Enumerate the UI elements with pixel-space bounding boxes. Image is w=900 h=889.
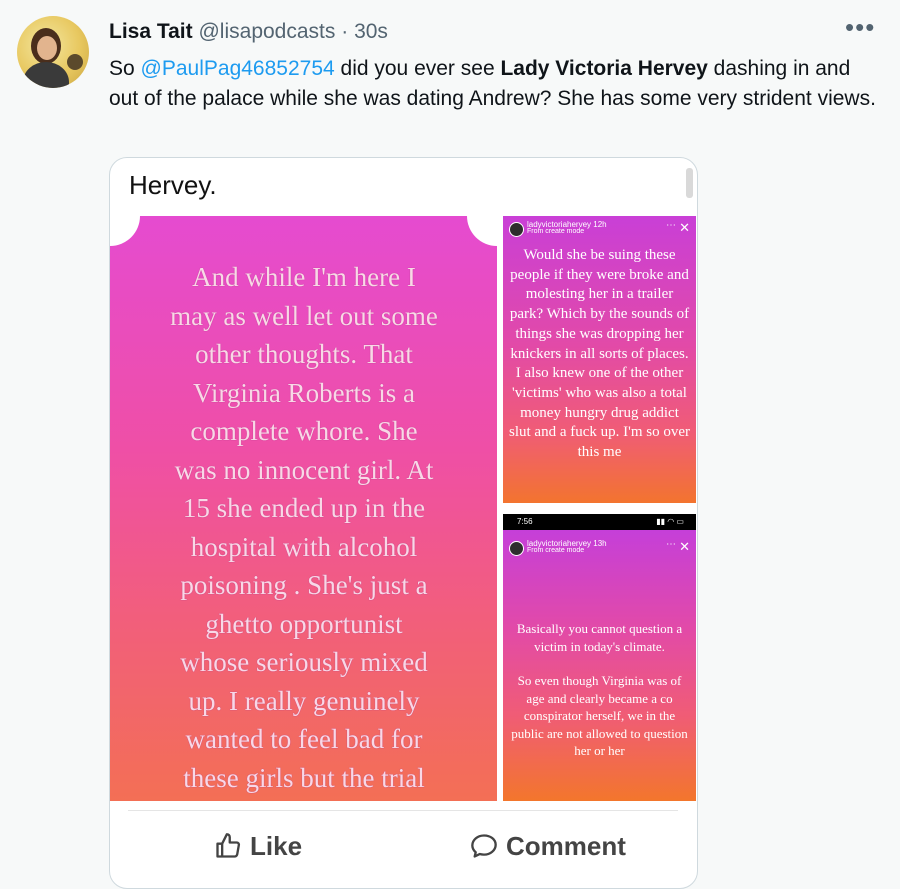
main-image-text: And while I'm here I may as well let out…	[170, 262, 438, 793]
status-time: 7:56	[517, 517, 533, 526]
avatar-body	[23, 62, 69, 88]
story-avatar-icon	[509, 541, 524, 556]
embedded-post-card[interactable]: Hervey. And while I'm here I may as well…	[109, 157, 698, 889]
thumbs-up-icon	[216, 833, 241, 858]
header-separator: ·	[341, 20, 349, 43]
card-title: Hervey.	[129, 170, 217, 200]
story-text: Would she be suing these people if they …	[509, 247, 690, 461]
comment-label: Comment	[506, 830, 626, 861]
main-screenshot-image[interactable]: And while I'm here I may as well let out…	[110, 216, 497, 801]
story-age: 12h	[593, 220, 607, 229]
story-header: ladyvictoriahervey 12h From create mode …	[509, 220, 690, 246]
tweet-bold-name: Lady Victoria Hervey	[500, 57, 708, 80]
actions-divider	[128, 810, 678, 811]
tweet-text-prefix: So	[109, 57, 141, 80]
mention-link[interactable]: @PaulPag46852754	[141, 57, 335, 80]
story-subtitle: From create mode	[527, 547, 585, 554]
comment-button[interactable]: Comment	[470, 826, 626, 866]
tweet-text-mid: did you ever see	[334, 57, 501, 80]
more-horizontal-icon[interactable]: •••	[845, 14, 881, 40]
tweet-text: So @PaulPag46852754 did you ever see Lad…	[109, 54, 879, 114]
story-close-icon: ✕	[679, 220, 690, 235]
story-header: ladyvictoriahervey 13h From create mode …	[509, 539, 690, 565]
story-avatar-icon	[509, 222, 524, 237]
story-more-icon: ⋯	[666, 539, 676, 550]
card-scrollbar[interactable]	[686, 168, 693, 198]
story-more-icon: ⋯	[666, 220, 676, 231]
avatar-face	[37, 36, 57, 60]
author-handle[interactable]: @lisapodcasts	[198, 20, 335, 43]
story-text: Basically you cannot question a victim i…	[509, 620, 690, 760]
comment-bubble-icon	[471, 834, 497, 858]
story-screenshot-1[interactable]: ladyvictoriahervey 12h From create mode …	[503, 216, 696, 503]
tweet-time[interactable]: 30s	[354, 20, 388, 43]
story-text-paragraph-1: Basically you cannot question a victim i…	[516, 621, 683, 654]
author-avatar[interactable]	[17, 16, 89, 88]
tweet-header: Lisa Tait @lisapodcasts · 30s	[109, 19, 388, 45]
image-corner-mask	[110, 216, 140, 246]
status-icons: ▮▮ ◠ ▭	[656, 517, 684, 526]
story-screenshot-2[interactable]: 7:56 ▮▮ ◠ ▭ ladyvictoriahervey 13h From …	[503, 514, 696, 801]
story-age: 13h	[593, 539, 607, 548]
image-corner-mask	[467, 216, 497, 246]
story-close-icon: ✕	[679, 539, 690, 554]
avatar-badge	[67, 54, 83, 70]
story-text-paragraph-2: So even though Virginia was of age and c…	[511, 673, 688, 758]
author-name[interactable]: Lisa Tait	[109, 20, 193, 43]
story-subtitle: From create mode	[527, 228, 585, 235]
phone-status-bar: 7:56 ▮▮ ◠ ▭	[503, 514, 696, 530]
like-button[interactable]: Like	[214, 826, 302, 866]
like-label: Like	[250, 830, 303, 861]
